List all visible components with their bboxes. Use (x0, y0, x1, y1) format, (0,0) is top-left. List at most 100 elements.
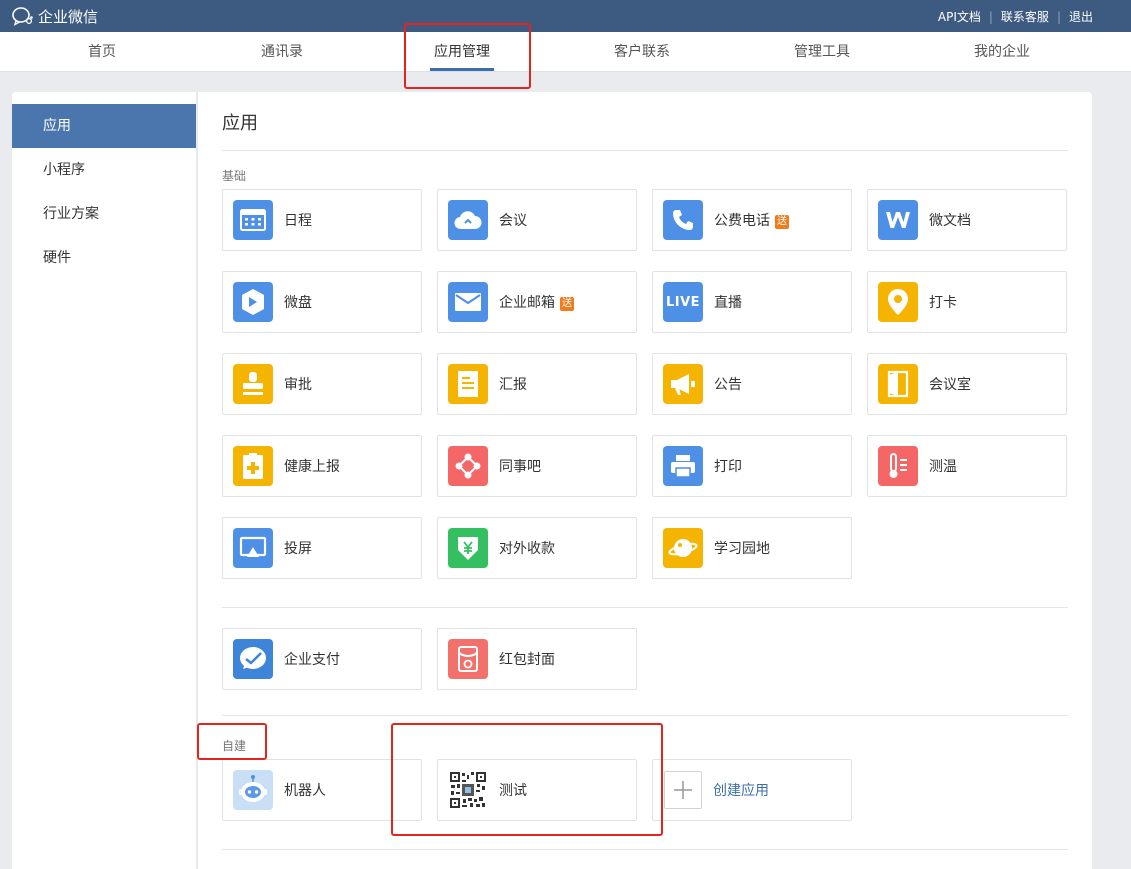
sidebar-item-apps[interactable]: 应用 (12, 104, 196, 148)
divider (222, 849, 1068, 850)
sidebar-item-hardware[interactable]: 硬件 (12, 236, 196, 280)
app-card-meeting[interactable]: 会议 (437, 189, 637, 251)
app-card-enterprise-pay[interactable]: 企业支付 (222, 628, 422, 690)
create-app-button[interactable]: 创建应用 (652, 759, 852, 821)
red-envelope-icon (448, 639, 488, 679)
app-name: 会议 (499, 213, 527, 229)
app-name: 微文档 (929, 213, 971, 229)
yuan-shield-icon (448, 528, 488, 568)
robot-icon (233, 770, 273, 810)
app-card-external-payment[interactable]: 对外收款 (437, 517, 637, 579)
app-name: 机器人 (284, 783, 326, 799)
divider: | (1056, 9, 1061, 24)
live-icon-text: LIVE (665, 294, 701, 310)
app-card-print[interactable]: 打印 (652, 435, 852, 497)
location-pin-icon (878, 282, 918, 322)
app-name: 同事吧 (499, 459, 541, 475)
colleague-network-icon (448, 446, 488, 486)
screen-cast-icon (233, 528, 273, 568)
app-name: 企业邮箱 (499, 295, 555, 311)
app-name: 直播 (714, 295, 742, 311)
app-card-enterprise-mail[interactable]: 企业邮箱送 (437, 271, 637, 333)
divider: | (988, 9, 993, 24)
tab-management-tools[interactable]: 管理工具 (762, 32, 882, 72)
divider (222, 715, 1068, 716)
tab-app-management[interactable]: 应用管理 (402, 32, 522, 72)
main-nav: 首页 通讯录 应用管理 客户联系 管理工具 我的企业 (0, 32, 1131, 72)
sidebar-item-mini-programs[interactable]: 小程序 (12, 148, 196, 192)
wecom-logo-icon (12, 6, 34, 26)
app-card-learning-garden[interactable]: 学习园地 (652, 517, 852, 579)
brand-logo[interactable]: 企业微信 (12, 6, 98, 26)
thermometer-icon (878, 446, 918, 486)
main-panel: 应用 基础 日程 会议 公费电话送 微文档 微盘 企业邮箱 送 LIVE 直播 … (197, 92, 1092, 869)
app-name: 微盘 (284, 295, 312, 311)
app-card-test[interactable]: 测试 (437, 759, 637, 821)
printer-icon (663, 446, 703, 486)
brand-name: 企业微信 (38, 7, 99, 26)
app-name: 汇报 (499, 377, 527, 393)
app-card-schedule[interactable]: 日程 (222, 189, 422, 251)
app-name: 红包封面 (499, 652, 555, 668)
app-card-red-envelope-cover[interactable]: 红包封面 (437, 628, 637, 690)
tab-customer-contact[interactable]: 客户联系 (582, 32, 702, 72)
planet-icon (663, 528, 703, 568)
divider (222, 607, 1068, 608)
app-name: 打印 (714, 459, 742, 475)
drive-icon (233, 282, 273, 322)
app-card-announcement[interactable]: 公告 (652, 353, 852, 415)
cloud-meeting-icon (448, 200, 488, 240)
tab-home[interactable]: 首页 (42, 32, 162, 72)
tab-my-enterprise[interactable]: 我的企业 (942, 32, 1062, 72)
app-card-meeting-room[interactable]: 会议室 (867, 353, 1067, 415)
app-card-health-report[interactable]: 健康上报 (222, 435, 422, 497)
divider (222, 150, 1068, 151)
app-card-robot[interactable]: 机器人 (222, 759, 422, 821)
app-name: 投屏 (284, 541, 312, 557)
tab-contacts[interactable]: 通讯录 (222, 32, 342, 72)
app-card-microdrive[interactable]: 微盘 (222, 271, 422, 333)
app-card-report[interactable]: 汇报 (437, 353, 637, 415)
gift-badge: 送 (560, 297, 574, 311)
gift-badge: 送 (775, 215, 789, 229)
page-title: 应用 (222, 113, 258, 134)
calendar-icon (233, 200, 273, 240)
app-card-checkin[interactable]: 打卡 (867, 271, 1067, 333)
sidebar-item-industry-solutions[interactable]: 行业方案 (12, 192, 196, 236)
app-name: 学习园地 (714, 541, 770, 557)
app-name: 审批 (284, 377, 312, 393)
app-card-screen-cast[interactable]: 投屏 (222, 517, 422, 579)
contact-support-link[interactable]: 联系客服 (1001, 8, 1049, 25)
report-icon (448, 364, 488, 404)
megaphone-icon (663, 364, 703, 404)
app-card-live[interactable]: LIVE 直播 (652, 271, 852, 333)
section-label-basic: 基础 (222, 169, 247, 183)
section-label-custom: 自建 (222, 739, 247, 753)
live-icon: LIVE (663, 282, 703, 322)
api-docs-link[interactable]: API文档 (938, 8, 981, 25)
app-name: 打卡 (929, 295, 957, 311)
app-card-wedoc[interactable]: 微文档 (867, 189, 1067, 251)
app-name: 健康上报 (284, 459, 340, 475)
logout-link[interactable]: 退出 (1069, 8, 1093, 25)
plus-icon (664, 771, 702, 809)
create-app-label: 创建应用 (713, 783, 769, 799)
stamp-icon (233, 364, 273, 404)
app-card-temperature[interactable]: 测温 (867, 435, 1067, 497)
enterprise-pay-icon (233, 639, 273, 679)
sidebar: 应用 小程序 行业方案 硬件 (12, 92, 196, 869)
app-card-colleague-circle[interactable]: 同事吧 (437, 435, 637, 497)
doc-w-icon (878, 200, 918, 240)
door-icon (878, 364, 918, 404)
top-links: API文档 | 联系客服 | 退出 (938, 8, 1093, 25)
app-name: 公费电话 (714, 213, 770, 229)
health-clipboard-icon (233, 446, 273, 486)
phone-icon (663, 200, 703, 240)
app-name: 会议室 (929, 377, 971, 393)
app-name: 测温 (929, 459, 957, 475)
app-name-wrap: 公费电话送 (714, 210, 789, 230)
mail-icon (448, 282, 488, 322)
app-card-approval[interactable]: 审批 (222, 353, 422, 415)
app-card-public-phone[interactable]: 公费电话送 (652, 189, 852, 251)
app-name: 对外收款 (499, 541, 555, 557)
